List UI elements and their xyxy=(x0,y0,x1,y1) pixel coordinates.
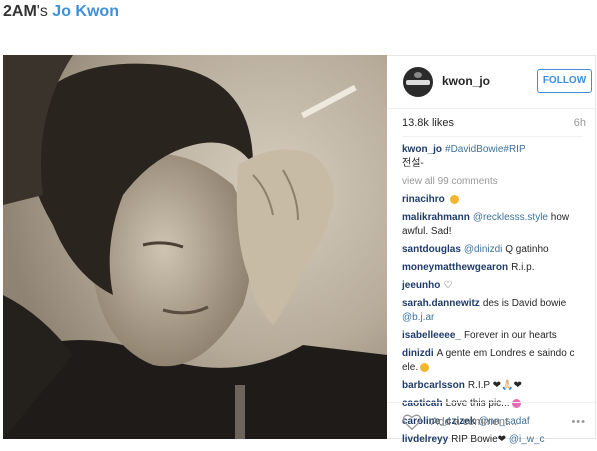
comment-row: santdouglas @dinizdi Q gatinho xyxy=(402,243,588,257)
emoji-icon xyxy=(449,194,459,204)
comment-user[interactable]: moneymatthewgearon xyxy=(402,262,508,273)
comment-text: des is David bowie xyxy=(482,298,567,309)
comment-mention[interactable]: @recklesss.style xyxy=(473,212,548,223)
comment-mention[interactable]: @b.j.ar xyxy=(402,312,434,323)
likes-count[interactable]: 13.8k likes xyxy=(402,117,454,129)
comment-row: barbcarlsson R.I.P ❤🙏🏻❤ xyxy=(402,379,588,393)
post-footer: ••• xyxy=(387,402,595,441)
comment-text: Forever in our hearts xyxy=(463,330,557,341)
caption-hashtags[interactable]: #DavidBowie#RIP xyxy=(445,144,526,155)
post-header: kwon_jo FOLLOW xyxy=(387,56,595,109)
avatar[interactable] xyxy=(403,67,433,97)
page-heading: 2AM's Jo Kwon xyxy=(3,2,119,22)
add-comment-input[interactable] xyxy=(431,416,573,428)
photo-image xyxy=(3,55,387,439)
comment-text: R.I.P ❤🙏🏻❤ xyxy=(467,380,522,391)
comment-user[interactable]: jeeunho xyxy=(402,280,440,291)
artist-name: Jo Kwon xyxy=(52,3,119,20)
comment-row: rinacihro xyxy=(402,193,588,207)
comment-row: sarah.dannewitz des is David bowie @b.j.a… xyxy=(402,297,588,325)
comment-user[interactable]: dinizdi xyxy=(402,348,434,359)
comment-user[interactable]: sarah.dannewitz xyxy=(402,298,480,309)
comment-user[interactable]: santdouglas xyxy=(402,244,461,255)
like-heart-icon[interactable] xyxy=(402,413,422,431)
comment-user[interactable]: rinacihro xyxy=(402,194,445,205)
caption-user[interactable]: kwon_jo xyxy=(402,144,442,155)
divider xyxy=(402,136,583,137)
comment-text: Q gatinho xyxy=(505,244,549,255)
caption-line2: 전설- xyxy=(402,158,424,169)
comment-row: isabelleeee_ Forever in our hearts xyxy=(402,329,588,343)
comment-user[interactable]: isabelleeee_ xyxy=(402,330,461,341)
comment-mention[interactable]: @dinizdi xyxy=(464,244,503,255)
comment-row: malikrahmann @recklesss.style how awful. … xyxy=(402,211,588,239)
comment-row: moneymatthewgearon R.i.p. xyxy=(402,261,588,275)
more-options-icon[interactable]: ••• xyxy=(571,416,586,428)
view-all-comments-link[interactable]: view all 99 comments xyxy=(402,175,588,189)
post-username[interactable]: kwon_jo xyxy=(442,74,490,88)
group-name: 2AM xyxy=(3,3,37,20)
comment-text: ♡ xyxy=(443,280,453,291)
post-photo[interactable] xyxy=(3,55,387,439)
comment-user[interactable]: barbcarlsson xyxy=(402,380,465,391)
comment-row: jeeunho ♡ xyxy=(402,279,588,293)
heading-possessive: 's xyxy=(36,3,48,20)
follow-button[interactable]: FOLLOW xyxy=(537,69,592,93)
emoji-icon xyxy=(420,362,430,372)
comment-user[interactable]: malikrahmann xyxy=(402,212,470,223)
post-time: 6h xyxy=(573,117,586,129)
comment-text: R.i.p. xyxy=(511,262,535,273)
comment-row: dinizdi A gente em Londres e saindo c ele… xyxy=(402,347,588,375)
caption: kwon_jo #DavidBowie#RIP 전설- xyxy=(402,143,588,171)
post-sidebar: kwon_jo FOLLOW 13.8k likes 6h kwon_jo #Da… xyxy=(387,55,596,445)
instagram-embed: kwon_jo FOLLOW 13.8k likes 6h kwon_jo #Da… xyxy=(3,55,596,445)
